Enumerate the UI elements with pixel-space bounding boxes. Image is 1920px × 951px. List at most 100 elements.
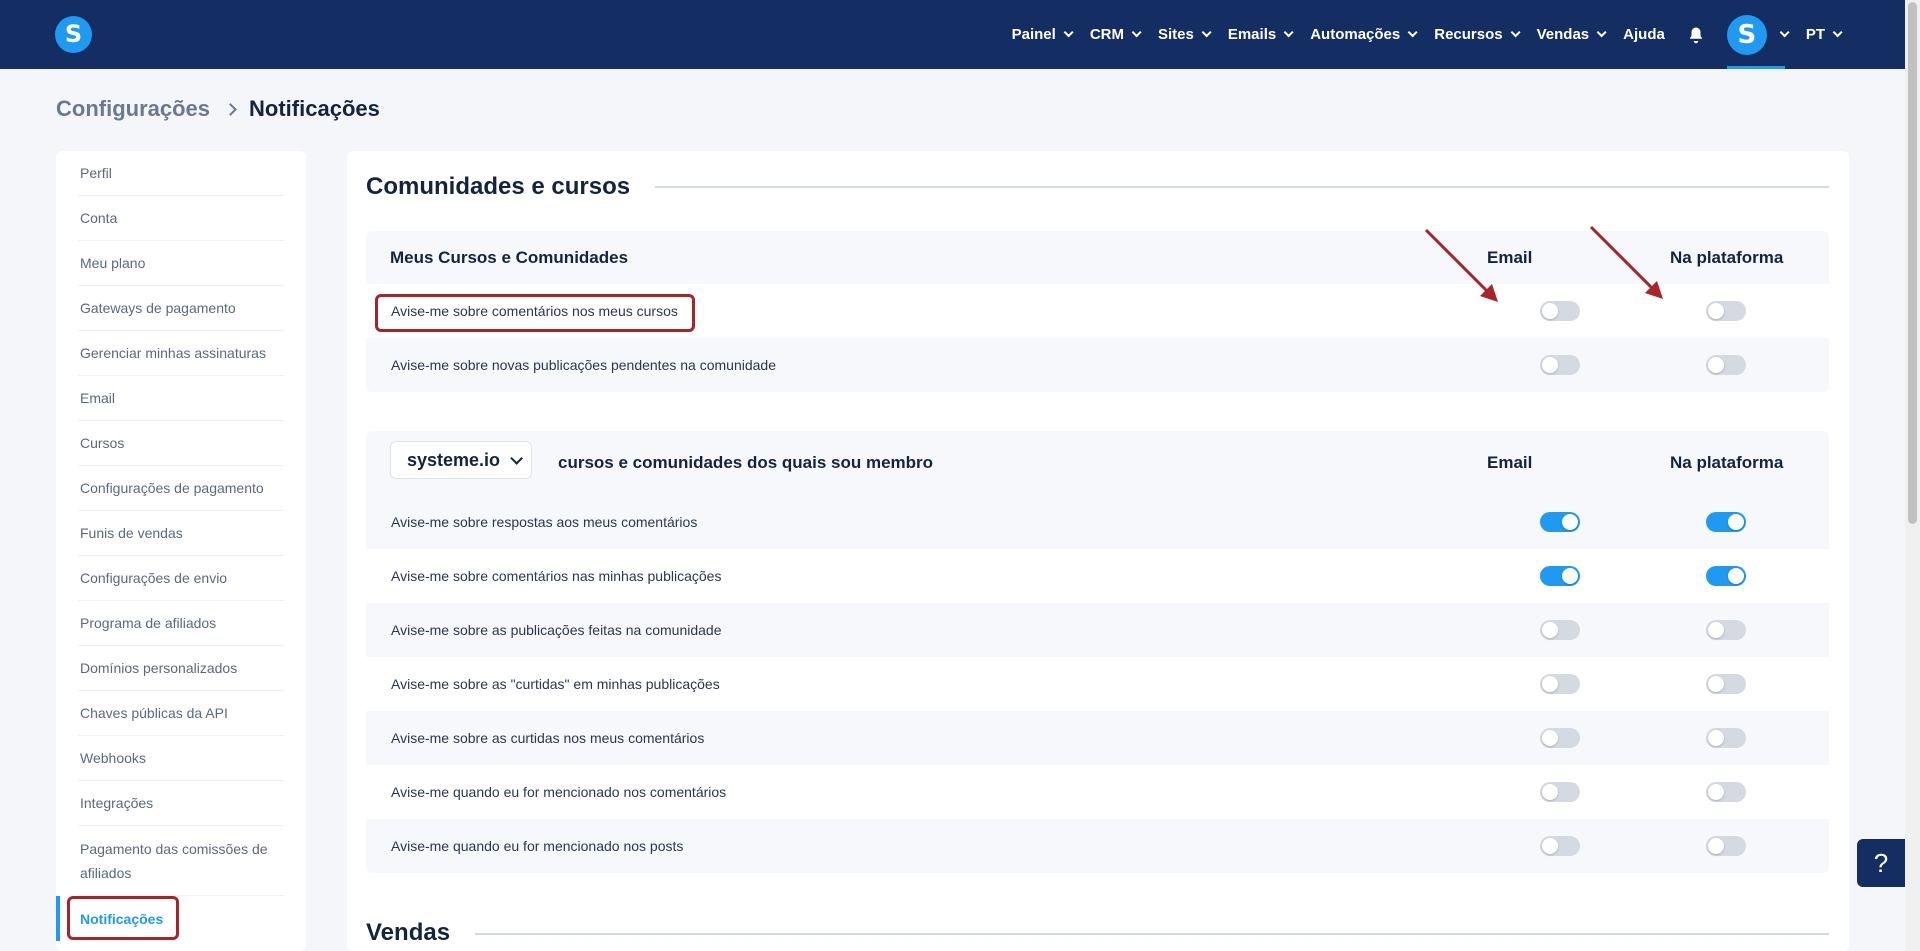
chevron-down-icon bbox=[510, 451, 524, 465]
active-indicator bbox=[56, 896, 60, 941]
toggle-knob bbox=[1562, 514, 1578, 530]
card-title: cursos e comunidades dos quais sou membr… bbox=[558, 453, 934, 472]
platform-toggle[interactable] bbox=[1706, 728, 1746, 748]
bell-icon[interactable] bbox=[1687, 26, 1705, 44]
sidebar-item-afiliados[interactable]: Programa de afiliados bbox=[78, 601, 284, 646]
avatar[interactable]: S bbox=[1726, 14, 1767, 55]
sidebar-item-cursos[interactable]: Cursos bbox=[78, 421, 284, 466]
toggle-knob bbox=[1542, 676, 1558, 692]
chevron-down-icon bbox=[1283, 27, 1294, 38]
sidebar-item-chaves-api[interactable]: Chaves públicas da API bbox=[78, 691, 284, 736]
notification-label: Avise-me sobre respostas aos meus coment… bbox=[391, 514, 698, 530]
section-divider bbox=[655, 186, 1829, 188]
email-toggle[interactable] bbox=[1540, 301, 1580, 321]
nav-ajuda[interactable]: Ajuda bbox=[1623, 26, 1665, 43]
sidebar-item-email[interactable]: Email bbox=[78, 376, 284, 421]
email-toggle[interactable] bbox=[1540, 836, 1580, 856]
annotation-arrow-platform bbox=[1589, 225, 1663, 299]
notification-label: Avise-me quando eu for mencionado nos po… bbox=[391, 838, 684, 854]
user-menu[interactable]: S bbox=[1726, 0, 1790, 69]
sidebar-item-perfil[interactable]: Perfil bbox=[78, 151, 284, 196]
chevron-down-icon bbox=[1596, 27, 1607, 38]
sidebar-item-assinaturas[interactable]: Gerenciar minhas assinaturas bbox=[78, 331, 284, 376]
email-toggle[interactable] bbox=[1540, 674, 1580, 694]
nav-vendas[interactable]: Vendas bbox=[1537, 26, 1607, 43]
top-navbar: S Painel CRM Sites Emails Automações Rec… bbox=[0, 0, 1905, 69]
card-membro: systeme.io cursos e comunidades dos quai… bbox=[366, 431, 1829, 873]
notification-label: Avise-me sobre as "curtidas" em minhas p… bbox=[391, 676, 720, 692]
select-value: systeme.io bbox=[407, 449, 501, 470]
nav-label: Emails bbox=[1227, 26, 1277, 43]
toggle-knob bbox=[1542, 622, 1558, 638]
nav-sites[interactable]: Sites bbox=[1158, 26, 1212, 43]
section-title-comunidades: Comunidades e cursos bbox=[366, 173, 631, 200]
language-label: PT bbox=[1805, 26, 1825, 43]
platform-toggle[interactable] bbox=[1706, 301, 1746, 321]
bell-icon-svg bbox=[1689, 27, 1702, 43]
card-header: systeme.io cursos e comunidades dos quai… bbox=[366, 431, 1829, 495]
notification-row: Avise-me sobre respostas aos meus coment… bbox=[366, 495, 1829, 549]
main-nav: Painel CRM Sites Emails Automações Recur… bbox=[992, 0, 1843, 69]
nav-crm[interactable]: CRM bbox=[1089, 26, 1142, 43]
breadcrumb: Configurações Notificações bbox=[56, 96, 380, 122]
chevron-down-icon bbox=[1510, 27, 1521, 38]
nav-emails[interactable]: Emails bbox=[1227, 26, 1294, 43]
column-platform: Na plataforma bbox=[1670, 247, 1784, 267]
help-button[interactable]: ? bbox=[1857, 839, 1905, 887]
chevron-down-icon bbox=[1779, 27, 1790, 38]
logo[interactable]: S bbox=[55, 16, 92, 53]
toggle-knob bbox=[1708, 357, 1724, 373]
sidebar-item-comissoes[interactable]: Pagamento das comissões de afiliados bbox=[78, 826, 284, 896]
sidebar-item-dominios[interactable]: Domínios personalizados bbox=[78, 646, 284, 691]
section-divider bbox=[475, 933, 1829, 935]
email-toggle[interactable] bbox=[1540, 355, 1580, 375]
nav-recursos[interactable]: Recursos bbox=[1434, 26, 1521, 43]
toggle-knob bbox=[1708, 676, 1724, 692]
page-scrollbar[interactable] bbox=[1905, 0, 1920, 951]
toggle-knob bbox=[1708, 838, 1724, 854]
toggle-knob bbox=[1562, 568, 1578, 584]
toggle-knob bbox=[1542, 730, 1558, 746]
toggle-knob bbox=[1708, 303, 1724, 319]
sidebar-item-meu-plano[interactable]: Meu plano bbox=[78, 241, 284, 286]
platform-toggle[interactable] bbox=[1706, 620, 1746, 640]
toggle-knob bbox=[1542, 784, 1558, 800]
sidebar-item-config-pagamento[interactable]: Configurações de pagamento bbox=[78, 466, 284, 511]
community-select[interactable]: systeme.io bbox=[390, 441, 533, 479]
toggle-knob bbox=[1542, 357, 1558, 373]
chevron-down-icon bbox=[1131, 27, 1142, 38]
email-toggle[interactable] bbox=[1540, 728, 1580, 748]
toggle-knob bbox=[1728, 514, 1744, 530]
sidebar-item-gateways[interactable]: Gateways de pagamento bbox=[78, 286, 284, 331]
platform-toggle[interactable] bbox=[1706, 355, 1746, 375]
nav-label: Painel bbox=[1011, 26, 1056, 43]
column-platform: Na plataforma bbox=[1670, 453, 1784, 472]
notification-label: Avise-me sobre comentários nas minhas pu… bbox=[391, 568, 722, 584]
breadcrumb-parent[interactable]: Configurações bbox=[56, 96, 210, 122]
platform-toggle[interactable] bbox=[1706, 512, 1746, 532]
platform-toggle[interactable] bbox=[1706, 674, 1746, 694]
email-toggle[interactable] bbox=[1540, 566, 1580, 586]
platform-toggle[interactable] bbox=[1706, 782, 1746, 802]
section-title-vendas: Vendas bbox=[366, 919, 451, 946]
chevron-down-icon bbox=[1063, 27, 1074, 38]
sidebar-item-webhooks[interactable]: Webhooks bbox=[78, 736, 284, 781]
sidebar-item-conta[interactable]: Conta bbox=[78, 196, 284, 241]
email-toggle[interactable] bbox=[1540, 782, 1580, 802]
sidebar-item-config-envio[interactable]: Configurações de envio bbox=[78, 556, 284, 601]
notification-label: Avise-me sobre as publicações feitas na … bbox=[391, 622, 722, 638]
platform-toggle[interactable] bbox=[1706, 566, 1746, 586]
chevron-down-icon bbox=[1407, 27, 1418, 38]
email-toggle[interactable] bbox=[1540, 512, 1580, 532]
nav-label: Automações bbox=[1310, 26, 1401, 43]
sidebar-item-funis[interactable]: Funis de vendas bbox=[78, 511, 284, 556]
sidebar-item-integracoes[interactable]: Integrações bbox=[78, 781, 284, 826]
email-toggle[interactable] bbox=[1540, 620, 1580, 640]
nav-automacoes[interactable]: Automações bbox=[1310, 26, 1418, 43]
language-selector[interactable]: PT bbox=[1805, 26, 1843, 43]
platform-toggle[interactable] bbox=[1706, 836, 1746, 856]
scrollbar-thumb[interactable] bbox=[1908, 2, 1917, 524]
nav-painel[interactable]: Painel bbox=[1011, 26, 1074, 43]
settings-sidebar: Perfil Conta Meu plano Gateways de pagam… bbox=[56, 151, 306, 951]
nav-label: CRM bbox=[1089, 26, 1124, 43]
